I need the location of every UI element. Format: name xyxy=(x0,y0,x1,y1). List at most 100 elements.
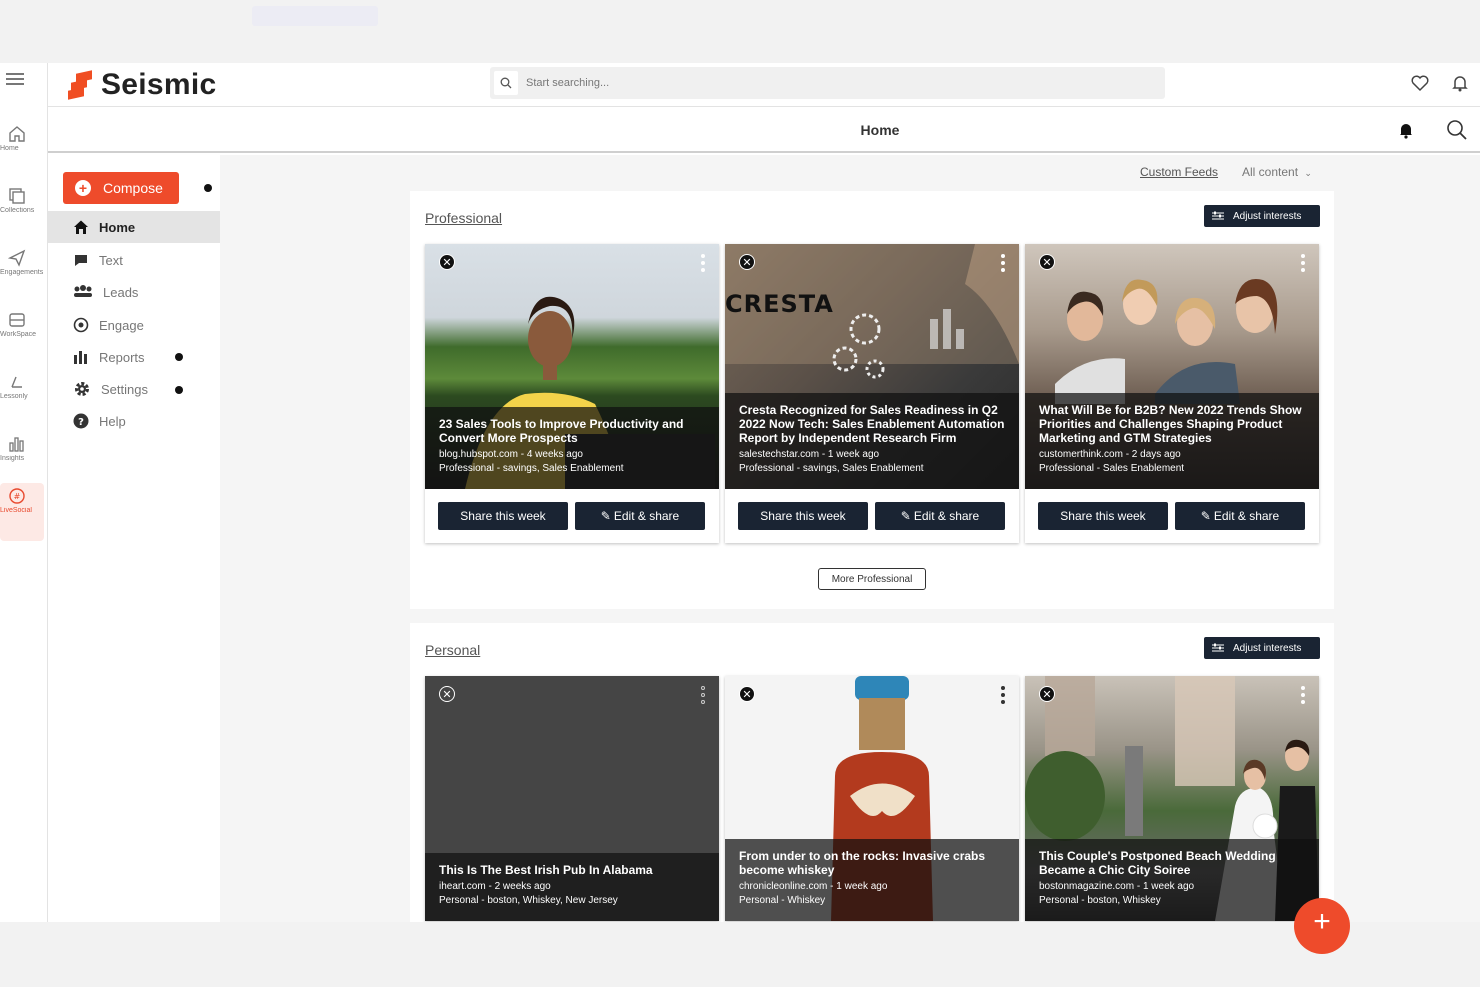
help-icon: ? xyxy=(73,413,89,429)
card-more-options-icon[interactable] xyxy=(1001,686,1005,707)
card-category: Personal - Whiskey xyxy=(739,895,826,906)
card-image[interactable]: ✕ This Is The Best Irish Pub In Alabama … xyxy=(425,676,719,921)
card-image[interactable]: ✕ 23 Sales Tools to Improve Productivity… xyxy=(425,244,719,489)
card-category: Professional - Sales Enablement xyxy=(1039,463,1185,474)
rail-item-insights[interactable]: Insights xyxy=(0,431,44,487)
card-more-options-icon[interactable] xyxy=(701,686,705,707)
card-title[interactable]: This Couple's Postponed Beach Wedding Be… xyxy=(1039,849,1305,877)
nav-item-label: Settings xyxy=(101,381,148,397)
edit-and-share-button[interactable]: ✎ Edit & share xyxy=(875,502,1005,530)
notifications-bell-icon[interactable] xyxy=(1450,73,1470,93)
card-source: bostonmagazine.com - 1 week ago xyxy=(1039,881,1195,892)
card-image[interactable]: CRESTA ✕ Cresta Recognized for Sales Rea… xyxy=(725,244,1019,489)
nav-item-leads[interactable]: Leads xyxy=(48,276,220,308)
card-more-options-icon[interactable] xyxy=(701,254,705,275)
card-more-options-icon[interactable] xyxy=(1001,254,1005,275)
rail-item-collections[interactable]: Collections xyxy=(0,183,44,239)
card-caption: 23 Sales Tools to Improve Productivity a… xyxy=(425,407,719,489)
settings-indicator-dot xyxy=(175,386,183,394)
edit-and-share-button[interactable]: ✎ Edit & share xyxy=(1175,502,1305,530)
compose-button[interactable]: + Compose xyxy=(63,172,179,204)
nav-item-label: Help xyxy=(99,413,126,429)
global-search[interactable] xyxy=(490,67,1165,99)
floating-add-button[interactable]: + xyxy=(1294,898,1350,954)
adjust-interests-button[interactable]: Adjust interests xyxy=(1204,637,1320,659)
card-source: blog.hubspot.com - 4 weeks ago xyxy=(439,449,583,460)
rail-label: Insights xyxy=(0,455,25,462)
all-content-dropdown[interactable]: All content ⌄ xyxy=(1242,165,1312,179)
nav-item-label: Text xyxy=(99,252,123,268)
card-title[interactable]: What Will Be for B2B? New 2022 Trends Sh… xyxy=(1039,403,1305,445)
rail-label: Collections xyxy=(0,207,35,214)
nav-item-engage[interactable]: Engage xyxy=(48,309,220,341)
rail-item-engagements[interactable]: Engagements xyxy=(0,245,44,301)
favorites-heart-icon[interactable] xyxy=(1410,73,1430,93)
adjust-interests-label: Adjust interests xyxy=(1233,210,1302,222)
seismic-logo[interactable]: Seismic xyxy=(68,68,217,101)
nav-item-settings[interactable]: Settings xyxy=(48,373,220,405)
nav-item-home[interactable]: Home xyxy=(48,211,220,243)
dismiss-card-icon[interactable]: ✕ xyxy=(439,254,455,270)
top-placeholder-bar xyxy=(252,6,378,26)
page-header: Home xyxy=(48,107,1480,153)
card-image[interactable]: ✕ This Couple's Postponed Beach Wedding … xyxy=(1025,676,1319,921)
bell-icon[interactable] xyxy=(1396,120,1416,140)
hamburger-menu-icon[interactable] xyxy=(6,73,24,87)
edit-and-share-label: Edit & share xyxy=(613,509,680,523)
adjust-interests-label: Adjust interests xyxy=(1233,642,1302,654)
card-title[interactable]: Cresta Recognized for Sales Readiness in… xyxy=(739,403,1005,445)
content-card: ✕ From under to on the rocks: Invasive c… xyxy=(725,676,1019,921)
dismiss-card-icon[interactable]: ✕ xyxy=(1039,254,1055,270)
adjust-interests-button[interactable]: Adjust interests xyxy=(1204,205,1320,227)
compose-label: Compose xyxy=(103,180,163,196)
seismic-logo-mark-icon xyxy=(68,70,94,100)
insights-icon xyxy=(9,437,24,452)
dismiss-card-icon[interactable]: ✕ xyxy=(739,686,755,702)
cresta-logo-text: CRESTA xyxy=(725,290,834,318)
share-this-week-button[interactable]: Share this week xyxy=(438,502,568,530)
card-caption: This Is The Best Irish Pub In Alabama ih… xyxy=(425,853,719,921)
nav-item-help[interactable]: ? Help xyxy=(48,405,220,437)
rail-item-workspace[interactable]: WorkSpace xyxy=(0,307,44,363)
dismiss-card-icon[interactable]: ✕ xyxy=(439,686,455,702)
card-source: customerthink.com - 2 days ago xyxy=(1039,449,1181,460)
rail-item-lessonly[interactable]: Lessonly xyxy=(0,369,44,425)
workspace-icon xyxy=(9,313,25,327)
personal-section: Personal Adjust interests ✕ This Is The … xyxy=(410,623,1334,922)
search-icon[interactable] xyxy=(1446,119,1468,141)
rail-item-livesocial[interactable]: # LiveSocial xyxy=(0,483,44,541)
reports-indicator-dot xyxy=(175,353,183,361)
card-image[interactable]: ✕ From under to on the rocks: Invasive c… xyxy=(725,676,1019,921)
nav-item-reports[interactable]: Reports xyxy=(48,341,220,373)
rail-item-home[interactable]: Home xyxy=(0,121,44,177)
share-this-week-button[interactable]: Share this week xyxy=(738,502,868,530)
card-title[interactable]: From under to on the rocks: Invasive cra… xyxy=(739,849,1005,877)
rail-label: LiveSocial xyxy=(0,507,32,514)
card-actions: Share this week ✎ Edit & share xyxy=(425,489,719,543)
edit-and-share-button[interactable]: ✎ Edit & share xyxy=(575,502,705,530)
nav-item-label: Leads xyxy=(103,284,139,300)
nav-item-text[interactable]: Text xyxy=(48,244,220,276)
card-caption: This Couple's Postponed Beach Wedding Be… xyxy=(1025,839,1319,921)
personal-title[interactable]: Personal xyxy=(425,642,480,658)
all-content-label: All content xyxy=(1242,165,1299,179)
professional-title[interactable]: Professional xyxy=(425,210,502,226)
dismiss-card-icon[interactable]: ✕ xyxy=(739,254,755,270)
custom-feeds-link[interactable]: Custom Feeds xyxy=(1140,165,1218,179)
sliders-icon xyxy=(1212,211,1224,220)
share-this-week-button[interactable]: Share this week xyxy=(1038,502,1168,530)
card-category: Professional - savings, Sales Enablement xyxy=(439,463,624,474)
more-professional-button[interactable]: More Professional xyxy=(818,568,926,590)
nav-item-label: Engage xyxy=(99,317,144,333)
search-input[interactable] xyxy=(526,77,1126,89)
dismiss-card-icon[interactable]: ✕ xyxy=(1039,686,1055,702)
card-more-options-icon[interactable] xyxy=(1301,686,1305,707)
card-title[interactable]: 23 Sales Tools to Improve Productivity a… xyxy=(439,417,705,445)
svg-text:?: ? xyxy=(78,417,84,428)
card-category: Personal - boston, Whiskey, New Jersey xyxy=(439,895,618,906)
card-title[interactable]: This Is The Best Irish Pub In Alabama xyxy=(439,863,705,877)
page-title: Home xyxy=(860,122,900,138)
card-more-options-icon[interactable] xyxy=(1301,254,1305,275)
card-image[interactable]: ✕ What Will Be for B2B? New 2022 Trends … xyxy=(1025,244,1319,489)
nav-sidebar: + Compose Home Text Leads Engage Reports… xyxy=(48,155,326,922)
